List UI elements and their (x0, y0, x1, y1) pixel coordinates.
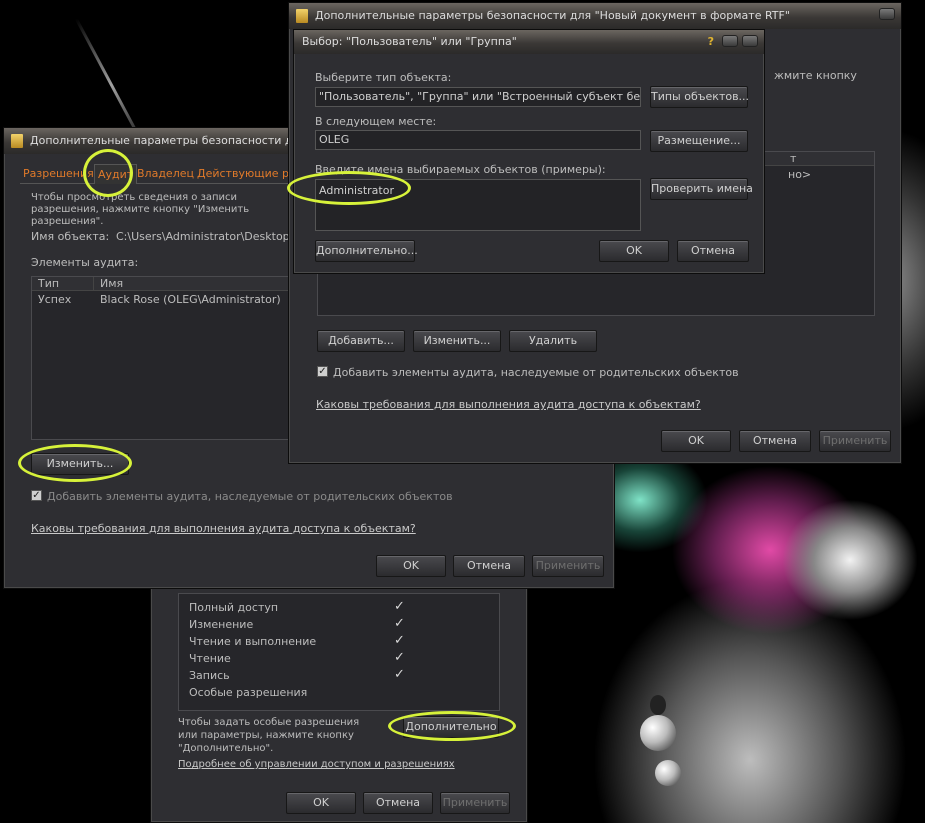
checkmark-icon: ✓ (394, 616, 405, 631)
window-titlebar[interactable]: Дополнительные параметры безопасности дл… (289, 3, 901, 29)
audit-requirements-link[interactable]: Каковы требования для выполнения аудита … (316, 398, 701, 411)
special-permissions-hint: Чтобы задать особые разрешения или парам… (178, 717, 360, 754)
ok-button[interactable]: OK (661, 430, 731, 452)
folder-icon (296, 9, 308, 23)
delete-button[interactable]: Удалить (509, 330, 597, 352)
permission-name: Запись (189, 669, 230, 682)
apply-button[interactable]: Применить (440, 792, 510, 814)
permission-name: Особые разрешения (189, 686, 308, 699)
location-label: В следующем месте: (315, 115, 437, 128)
ok-button[interactable]: OK (599, 240, 669, 262)
tab-owner[interactable]: Владелец (134, 164, 197, 184)
inherit-checkbox-label: Добавить элементы аудита, наследуемые от… (47, 490, 453, 503)
background-bead (640, 715, 676, 751)
highlight-circle (388, 711, 516, 741)
column-header[interactable]: т (784, 152, 876, 166)
highlight-circle (287, 171, 411, 205)
location-button[interactable]: Размещение... (650, 130, 748, 152)
ok-button[interactable]: OK (286, 792, 356, 814)
audit-entries-label: Элементы аудита: (31, 256, 139, 269)
add-button[interactable]: Добавить... (317, 330, 405, 352)
permission-name: Чтение и выполнение (189, 635, 317, 648)
list-item: Полный доступ ✓ (179, 599, 499, 616)
minimize-icon[interactable] (722, 35, 738, 47)
row-name: Black Rose (OLEG\Administrator) (100, 293, 281, 306)
advanced-button[interactable]: Дополнительно... (315, 240, 418, 262)
hint-text: жмите кнопку (774, 69, 857, 82)
access-control-help-link[interactable]: Подробнее об управлении доступом и разре… (178, 759, 455, 770)
permission-name: Полный доступ (189, 601, 279, 614)
permission-name: Изменение (189, 618, 254, 631)
list-item: Запись ✓ (179, 667, 499, 684)
list-item: Чтение и выполнение ✓ (179, 633, 499, 650)
apply-button[interactable]: Применить (532, 555, 604, 577)
folder-icon (11, 134, 23, 148)
highlight-circle (18, 444, 132, 482)
permissions-window: Полный доступ ✓ Изменение ✓ Чтение и выполне… (150, 585, 528, 823)
permission-name: Чтение (189, 652, 231, 665)
object-name-value: C:\Users\Administrator\Desktop\Нов (116, 230, 315, 243)
background-bead (655, 760, 681, 786)
cancel-button[interactable]: Отмена (739, 430, 811, 452)
checkmark-icon: ✓ (394, 650, 405, 665)
column-name[interactable]: Имя (94, 277, 302, 291)
cancel-button[interactable]: Отмена (677, 240, 749, 262)
help-icon[interactable]: ? (708, 30, 714, 54)
row-value: но> (788, 168, 812, 181)
dialog-titlebar[interactable]: Выбор: "Пользователь" или "Группа" ? (294, 30, 764, 54)
checkmark-icon: ✓ (394, 667, 405, 682)
checkmark-icon: ✓ (394, 633, 405, 648)
permissions-list: Полный доступ ✓ Изменение ✓ Чтение и выполне… (178, 593, 500, 711)
edit-button[interactable]: Изменить... (413, 330, 501, 352)
list-item: Изменение ✓ (179, 616, 499, 633)
table-row[interactable]: Успех Black Rose (OLEG\Administrator) (32, 292, 300, 307)
dialog-title: Выбор: "Пользователь" или "Группа" (302, 35, 517, 48)
cancel-button[interactable]: Отмена (453, 555, 525, 577)
object-name-label: Имя объекта: (31, 230, 110, 243)
apply-button[interactable]: Применить (819, 430, 891, 452)
column-type[interactable]: Тип (32, 277, 94, 291)
inherit-checkbox[interactable]: ✓ (31, 490, 42, 501)
audit-requirements-link[interactable]: Каковы требования для выполнения аудита … (31, 522, 416, 535)
window-title: Дополнительные параметры безопасности дл… (30, 134, 307, 147)
object-types-button[interactable]: Типы объектов... (650, 86, 749, 108)
highlight-circle (83, 149, 133, 197)
list-item: Чтение ✓ (179, 650, 499, 667)
close-icon[interactable] (742, 35, 758, 47)
checkmark-icon: ✓ (394, 599, 405, 614)
list-item: Особые разрешения (179, 685, 499, 701)
check-names-button[interactable]: Проверить имена (650, 178, 753, 200)
row-type: Успех (38, 293, 72, 306)
select-user-dialog: Выбор: "Пользователь" или "Группа" ? Выб… (293, 29, 765, 274)
object-type-field: "Пользователь", "Группа" или "Встроенный… (315, 87, 641, 107)
table-header: Тип Имя (32, 277, 302, 291)
object-type-label: Выберите тип объекта: (315, 71, 452, 84)
ok-button[interactable]: OK (376, 555, 446, 577)
inherit-checkbox-label: Добавить элементы аудита, наследуемые от… (333, 366, 739, 379)
inherit-checkbox[interactable]: ✓ (317, 366, 328, 377)
background-bead (650, 695, 666, 715)
window-title: Дополнительные параметры безопасности дл… (315, 9, 790, 22)
audit-entries-table: Тип Имя Успех Black Rose (OLEG\Administr… (31, 276, 302, 440)
close-icon[interactable] (879, 8, 895, 20)
location-field: OLEG (315, 130, 641, 150)
audit-intro: Чтобы просмотреть сведения о записи разр… (31, 192, 250, 227)
cancel-button[interactable]: Отмена (363, 792, 433, 814)
